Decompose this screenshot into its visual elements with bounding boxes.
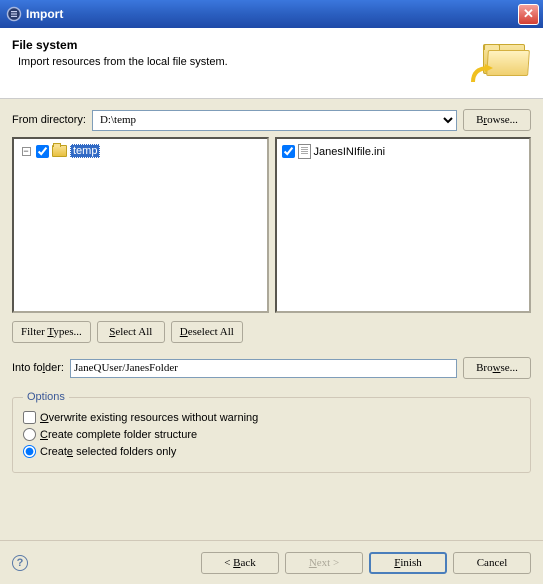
create-complete-radio[interactable] [23, 428, 36, 441]
folder-icon [52, 145, 67, 157]
file-list-pane[interactable]: JanesINIfile.ini [275, 137, 532, 313]
cancel-button[interactable]: Cancel [453, 552, 531, 574]
page-description: Import resources from the local file sys… [18, 56, 471, 68]
tree-item[interactable]: − temp [18, 143, 263, 159]
into-folder-input[interactable] [70, 359, 457, 378]
close-button[interactable]: ✕ [518, 4, 539, 25]
overwrite-label: Overwrite existing resources without war… [40, 412, 258, 424]
filter-types-button[interactable]: Filter Types... [12, 321, 91, 343]
help-icon[interactable]: ? [12, 555, 28, 571]
create-complete-label: Create complete folder structure [40, 429, 197, 441]
back-button[interactable]: < Back [201, 552, 279, 574]
select-all-button[interactable]: Select All [97, 321, 165, 343]
collapse-icon[interactable]: − [22, 147, 31, 156]
file-item[interactable]: JanesINIfile.ini [281, 143, 526, 160]
options-group: Options Overwrite existing resources wit… [12, 391, 531, 473]
title-bar: Import ✕ [0, 0, 543, 28]
finish-button[interactable]: Finish [369, 552, 447, 574]
browse-source-button[interactable]: Browse... [463, 109, 531, 131]
from-directory-label: From directory: [12, 114, 86, 126]
file-checkbox[interactable] [282, 145, 295, 158]
next-button: Next > [285, 552, 363, 574]
page-heading: File system [12, 38, 471, 52]
create-selected-label: Create selected folders only [40, 446, 176, 458]
from-directory-combo[interactable]: D:\temp [92, 110, 457, 131]
tree-item-label[interactable]: temp [70, 144, 100, 158]
wizard-header: File system Import resources from the lo… [0, 28, 543, 99]
folder-tree-pane[interactable]: − temp [12, 137, 269, 313]
button-bar: ? < Back Next > Finish Cancel [0, 540, 543, 584]
into-folder-label: Into folder: [12, 362, 64, 374]
overwrite-checkbox[interactable] [23, 411, 36, 424]
window-title: Import [26, 7, 63, 21]
app-icon [6, 6, 22, 22]
import-folder-icon [471, 38, 531, 86]
file-item-label: JanesINIfile.ini [314, 146, 386, 158]
create-selected-radio[interactable] [23, 445, 36, 458]
file-icon [298, 144, 311, 159]
tree-checkbox[interactable] [36, 145, 49, 158]
browse-dest-button[interactable]: Browse... [463, 357, 531, 379]
options-legend: Options [23, 391, 69, 403]
deselect-all-button[interactable]: Deselect All [171, 321, 243, 343]
